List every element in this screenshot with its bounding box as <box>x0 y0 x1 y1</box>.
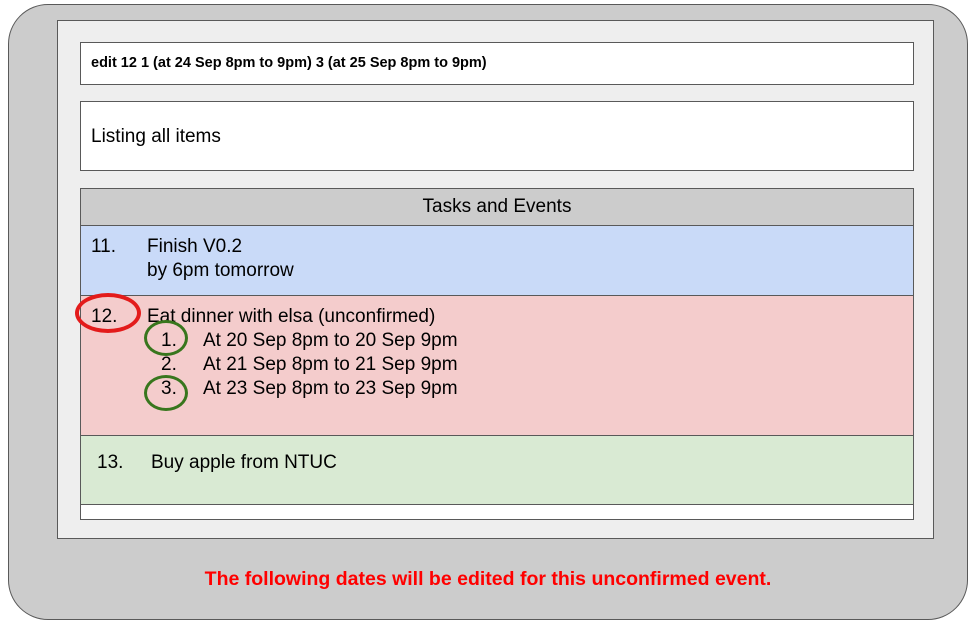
list-item-12[interactable]: 12. Eat dinner with elsa (unconfirmed) 1… <box>81 296 913 436</box>
index-highlight-circle <box>75 293 141 333</box>
list-item-11[interactable]: 11. Finish V0.2 by 6pm tomorrow <box>81 226 913 296</box>
slot-text-2: At 21 Sep 8pm to 21 Sep 9pm <box>203 354 458 375</box>
item-index: 11. <box>91 236 117 257</box>
list-item-13[interactable]: 13. Buy apple from NTUC <box>81 436 913 505</box>
result-message: Listing all items <box>91 126 221 147</box>
result-display: Listing all items <box>80 101 914 171</box>
annotation-note: The following dates will be edited for t… <box>204 568 772 590</box>
command-input[interactable]: edit 12 1 (at 24 Sep 8pm to 9pm) 3 (at 2… <box>80 42 914 85</box>
slot-1-highlight-circle <box>144 320 188 356</box>
item-index: 13. <box>97 452 124 473</box>
item-title: Eat dinner with elsa (unconfirmed) <box>147 306 436 327</box>
slot-3-highlight-circle <box>144 375 188 411</box>
slot-number-2: 2. <box>161 354 177 375</box>
item-title: Finish V0.2 <box>147 236 243 257</box>
list-header: Tasks and Events <box>81 189 913 226</box>
task-list-panel[interactable]: Tasks and Events 11. Finish V0.2 by 6pm … <box>80 188 914 520</box>
item-detail: by 6pm tomorrow <box>147 260 294 281</box>
slot-text-1: At 20 Sep 8pm to 20 Sep 9pm <box>203 330 458 351</box>
item-title: Buy apple from NTUC <box>151 452 337 473</box>
slot-text-3: At 23 Sep 8pm to 23 Sep 9pm <box>203 378 458 399</box>
